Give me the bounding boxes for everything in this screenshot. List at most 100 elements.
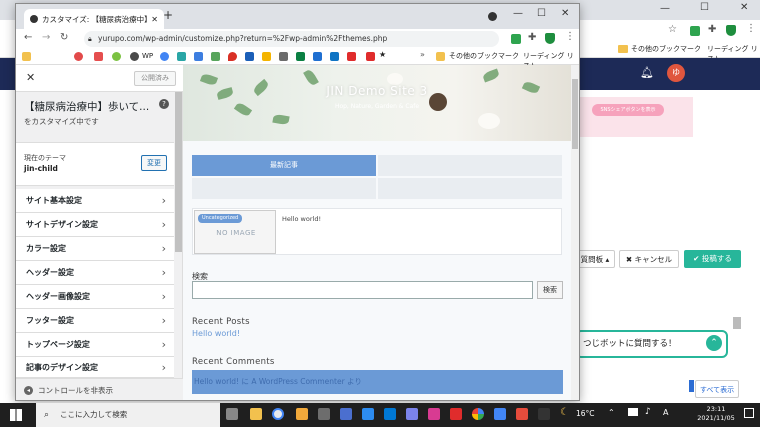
star-icon[interactable]: ☆ [668,24,677,35]
bg-scrollbar[interactable] [733,317,741,329]
app-icon[interactable] [340,408,352,420]
close-customizer-icon[interactable]: ✕ [26,71,35,84]
tab-placeholder[interactable] [378,155,562,176]
share-button[interactable]: SNSシェアボタンを表示 [592,104,664,116]
app-icon[interactable] [362,408,374,420]
bookmark-icon[interactable] [262,52,271,61]
weather-temp[interactable]: 16°C [576,409,595,418]
app-icon[interactable] [406,408,418,420]
system-clock[interactable]: 23:11 2021/11/05 [692,405,740,423]
app-icon[interactable] [384,408,396,420]
tab-placeholder[interactable] [378,178,562,199]
network-icon[interactable] [628,408,638,416]
notification-center-icon[interactable] [744,408,754,418]
sidebar-item-top-page[interactable]: トップページ設定 › [16,333,174,357]
change-theme-button[interactable]: 変更 [141,155,167,171]
bookmark-icon[interactable] [279,52,288,61]
bookmark-wp[interactable]: WP [142,52,153,60]
sidebar-item-post-design[interactable]: 記事のデザイン設定 › [16,357,174,378]
minimize-icon[interactable]: — [660,3,670,14]
avatar[interactable]: ゆ [667,64,685,82]
tab-placeholder[interactable] [192,178,376,199]
volume-icon[interactable]: ♪ [645,407,651,417]
weather-icon[interactable]: ☾ [560,407,569,418]
sidebar-item-site-basic[interactable]: サイト基本設定 › [16,189,174,213]
question-board-dropdown[interactable]: 質問板 ▴ [575,250,615,268]
forward-icon[interactable]: → [42,32,50,43]
site-title[interactable]: JIN Demo Site 3 [183,84,571,98]
post-thumbnail[interactable]: Uncategorized NO IMAGE [194,210,276,254]
recent-comment-item[interactable]: Hello world! に A WordPress Commenter より [192,370,563,394]
show-all-button[interactable]: すべて表示 [695,380,739,398]
chrome-icon[interactable] [272,408,284,420]
youtube-icon[interactable] [366,52,375,61]
sidebar-item-header[interactable]: ヘッダー設定 › [16,261,174,285]
minimize-icon[interactable]: — [513,8,523,19]
folder-icon[interactable] [22,52,31,61]
sidebar-item-site-design[interactable]: サイトデザイン設定 › [16,213,174,237]
puzzle-icon[interactable]: ✚ [708,24,716,35]
windows-start-icon[interactable] [10,409,22,421]
bell-icon[interactable]: 🔔︎ [640,66,654,79]
shield-icon[interactable] [545,33,555,44]
sidebar-item-footer[interactable]: フッター設定 › [16,309,174,333]
explorer-icon[interactable] [250,408,262,420]
back-icon[interactable]: ← [24,32,32,43]
menu-icon[interactable]: ⋮ [565,31,575,42]
ime-indicator[interactable]: A [663,408,668,417]
bookmark-icon[interactable] [74,52,83,61]
search-input[interactable] [192,281,533,299]
app-icon[interactable] [538,408,550,420]
star-icon[interactable]: ★ [379,50,386,59]
taskbar-search[interactable]: ⌕ ここに入力して検索 [36,403,220,427]
app-icon[interactable] [494,408,506,420]
tab-close-icon[interactable]: ✕ [151,15,158,24]
help-icon[interactable]: ? [159,99,169,109]
preview-scrollbar[interactable] [571,65,579,400]
recent-post-link[interactable]: Hello world! [192,329,240,338]
tab-search-icon[interactable] [488,12,497,21]
bookmark-icon[interactable] [211,52,220,61]
scroll-thumb[interactable] [572,79,578,149]
search-button[interactable]: 検索 [537,281,563,299]
map-pin-icon[interactable] [228,52,237,61]
chevron-up-icon[interactable]: ⌃ [706,335,722,351]
app-icon[interactable] [318,408,330,420]
maximize-icon[interactable]: ☐ [700,2,709,13]
bookmark-icon[interactable] [194,52,203,61]
sidebar-item-color[interactable]: カラー設定 › [16,237,174,261]
extension-icon[interactable] [511,34,521,44]
bookmark-icon[interactable] [177,52,186,61]
reload-icon[interactable]: ↻ [60,32,68,43]
new-tab-icon[interactable]: + [163,8,173,22]
puzzle-icon[interactable]: ✚ [528,32,536,43]
category-badge[interactable]: Uncategorized [198,214,243,223]
youtube-icon[interactable] [450,408,462,420]
app-icon[interactable] [428,408,440,420]
wordpress-icon[interactable] [130,52,139,61]
app-icon[interactable] [296,408,308,420]
menu-icon[interactable]: ⋮ [746,23,756,34]
address-bar[interactable]: 🔒︎ yurupo.com/wp-admin/customize.php?ret… [84,31,499,47]
tab-latest-posts[interactable]: 最新記事 [192,155,376,176]
extension-icon[interactable] [690,26,700,36]
shield-icon[interactable] [726,25,736,36]
close-icon[interactable]: ✕ [561,8,569,19]
bookmark-other[interactable]: その他のブックマーク [631,44,701,54]
bookmark-icon[interactable] [296,52,305,61]
bookmark-icon[interactable] [94,52,103,61]
tab-customize[interactable]: カスタマイズ: 【糖尿病治療中】歩いて ✕ [24,9,164,29]
bookmark-icon[interactable] [330,52,339,61]
photos-icon[interactable] [472,408,484,420]
youtube-icon[interactable] [347,52,356,61]
google-icon[interactable] [160,52,169,61]
app-icon[interactable] [516,408,528,420]
chevron-up-icon[interactable]: ⌃ [608,408,615,417]
chevron-right-icon[interactable]: » [420,50,425,59]
sidebar-scrollbar[interactable] [175,92,182,252]
cancel-button[interactable]: ✖ キャンセル [619,250,679,268]
post-title[interactable]: Hello world! [282,215,321,223]
bookmark-icon[interactable] [112,52,121,61]
chatbot-bar[interactable]: つじボットに質問する！ ⌃ [575,330,728,358]
bookmark-icon[interactable] [313,52,322,61]
